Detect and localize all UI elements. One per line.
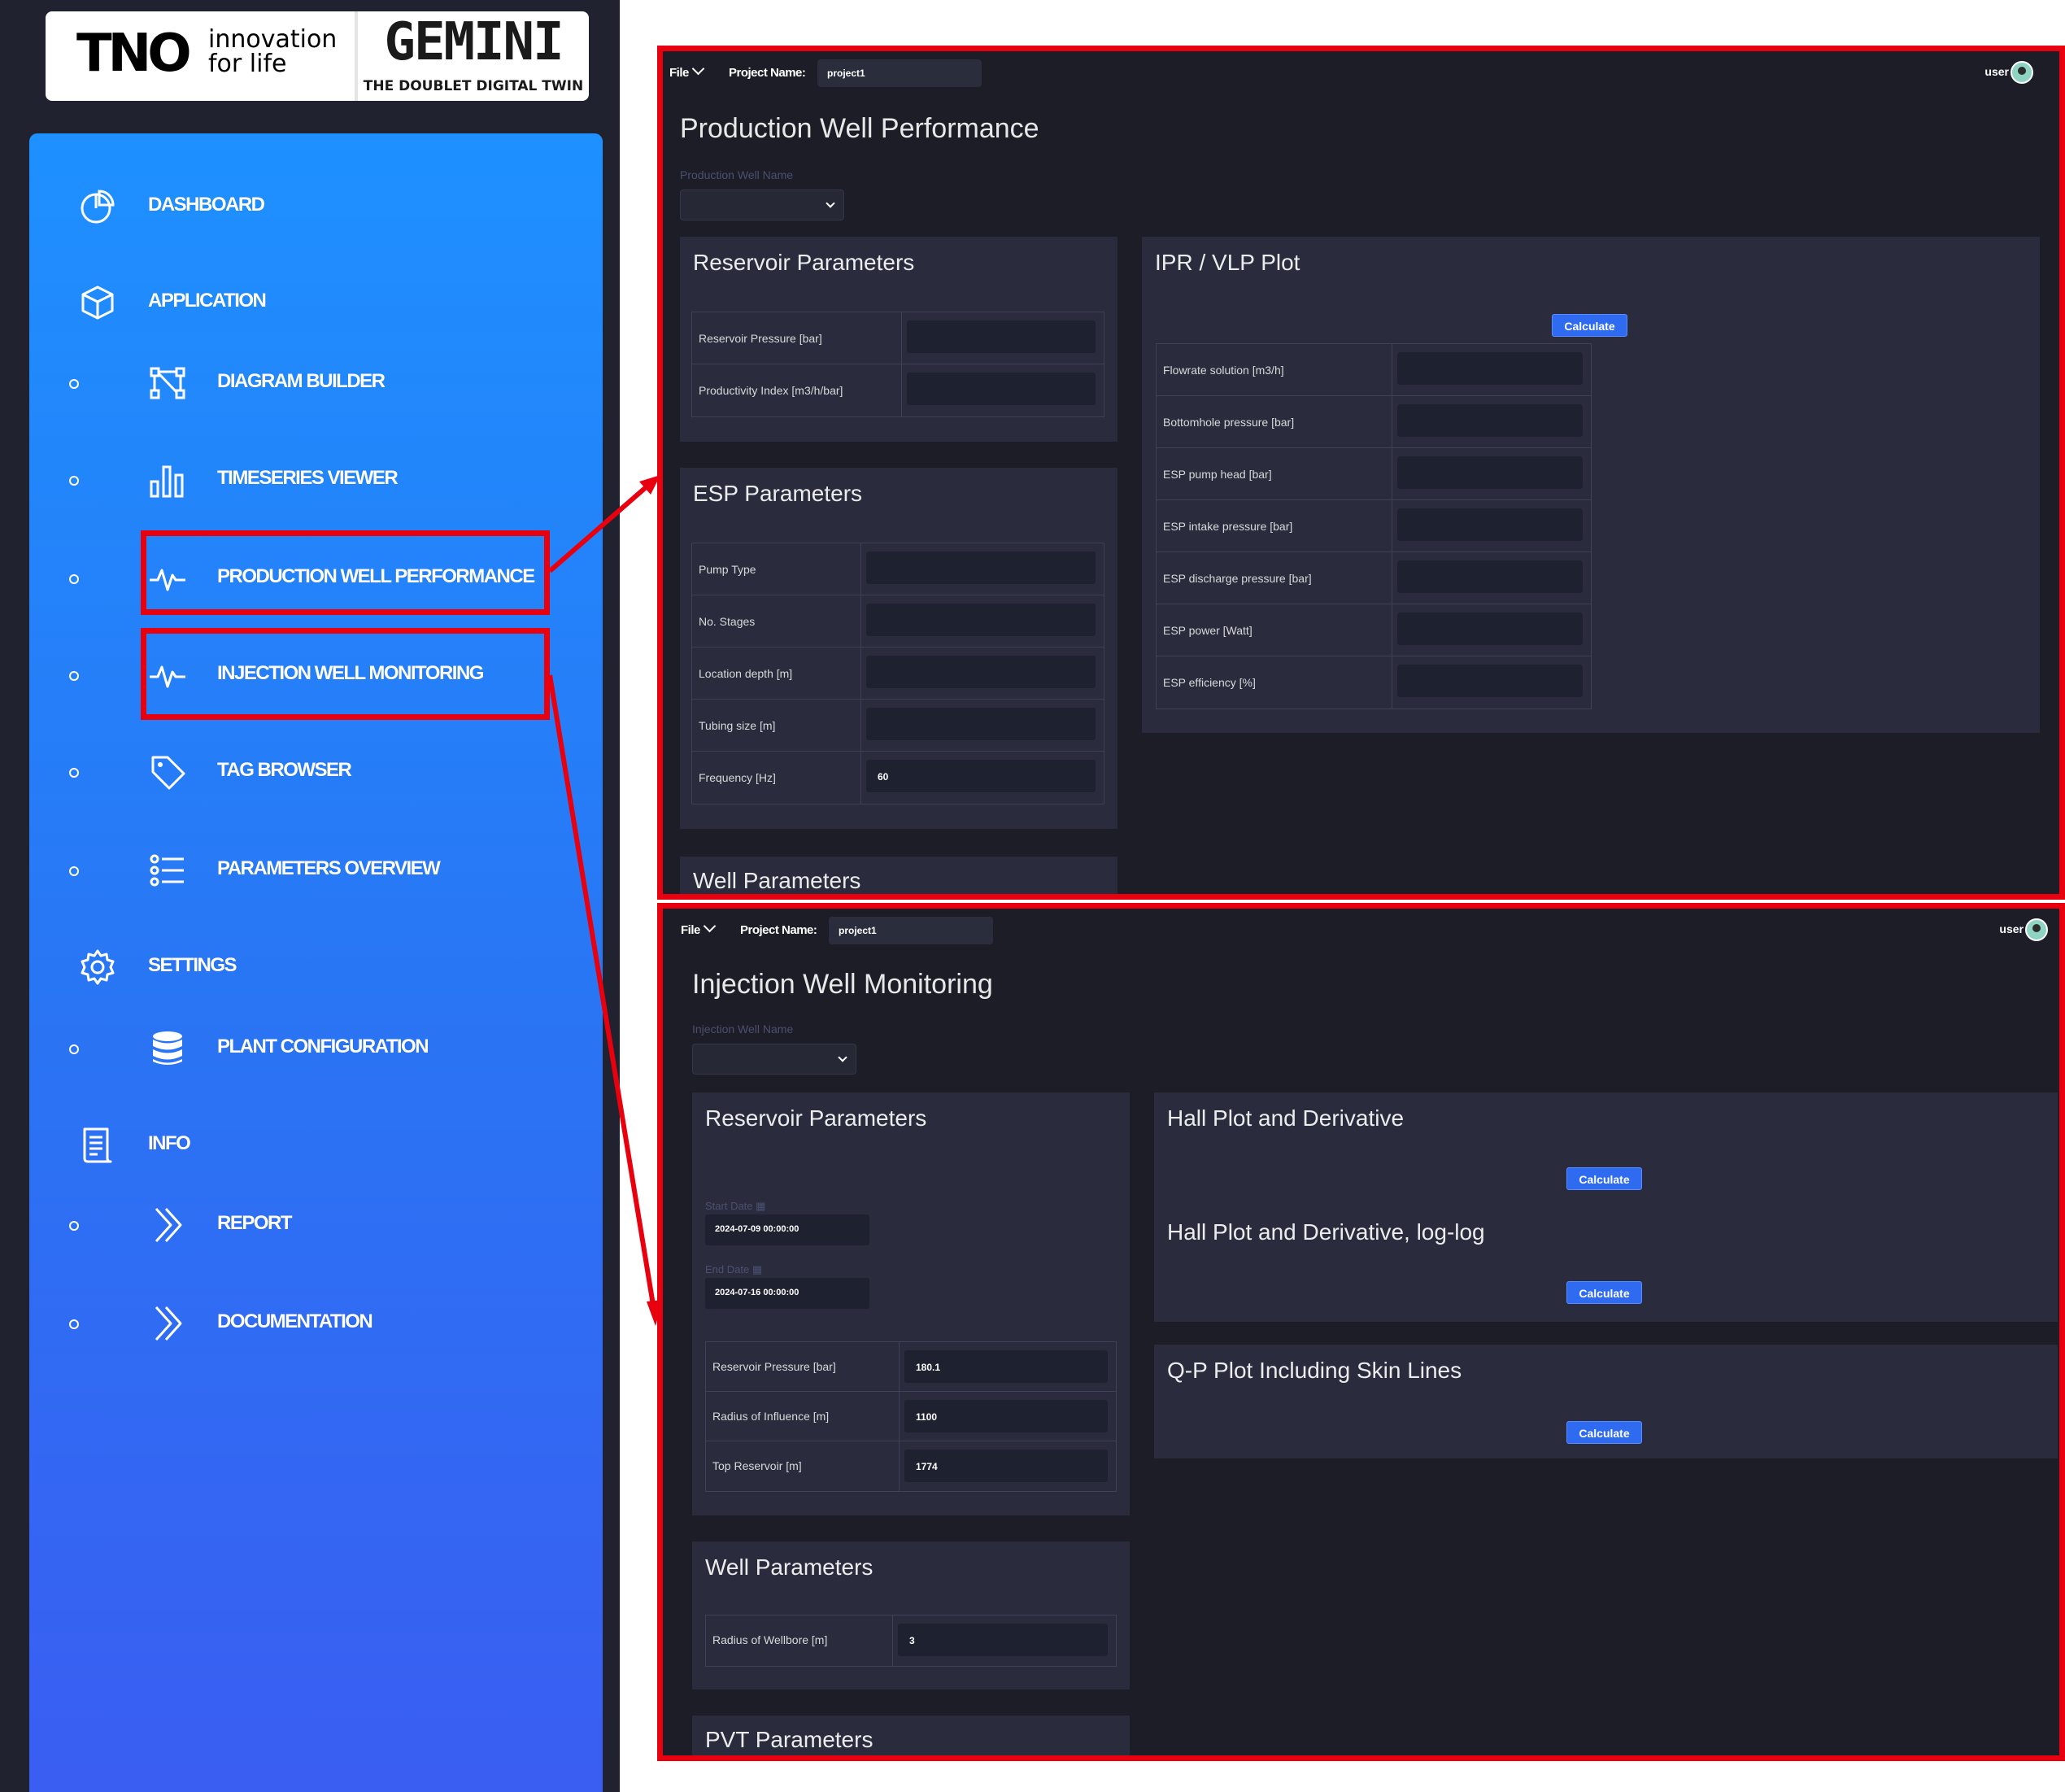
- arrow-to-production: [548, 481, 652, 573]
- arrowhead-icon: [647, 1300, 663, 1326]
- arrow-to-injection: [547, 674, 656, 1310]
- annotation-arrows: [547, 475, 663, 1326]
